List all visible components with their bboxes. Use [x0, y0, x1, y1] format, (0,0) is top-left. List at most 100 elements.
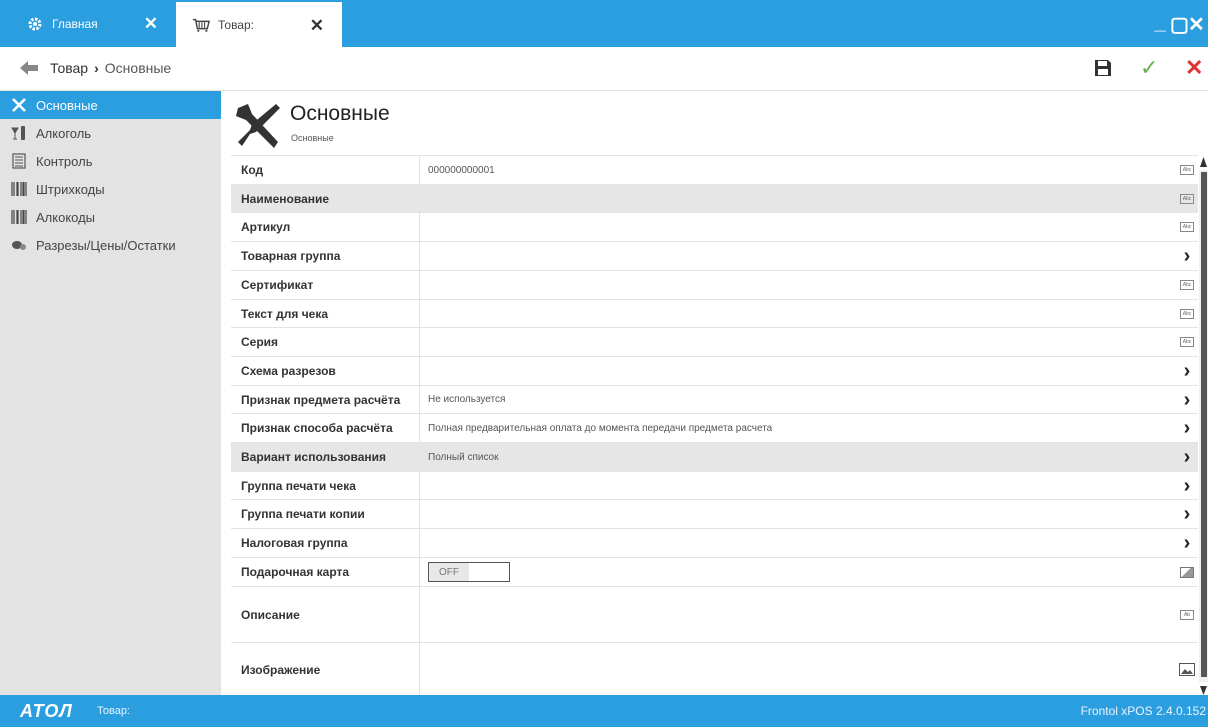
field-label: Товарная группа	[241, 249, 341, 263]
breadcrumb-current: Основные	[104, 60, 172, 76]
breadcrumb-separator: ›	[94, 60, 99, 76]
tab-home[interactable]: Главная ✕	[10, 0, 176, 47]
field-row-certificate[interactable]: Сертификат Abc	[231, 271, 1198, 300]
field-row-payment-subject[interactable]: Признак предмета расчёта Не используется…	[231, 386, 1198, 414]
field-row-series[interactable]: Серия Abc	[231, 328, 1198, 357]
chevron-right-icon[interactable]: ›	[1176, 500, 1198, 528]
sidebar-item-prices[interactable]: Разрезы/Цены/Остатки	[0, 231, 221, 259]
field-label: Серия	[241, 335, 279, 349]
field-row-payment-method[interactable]: Признак способа расчёта Полная предварит…	[231, 414, 1198, 443]
product-form: Код 000000000001 Abc Наименование Abc Ар…	[231, 155, 1198, 695]
tools-icon	[232, 100, 284, 152]
field-value[interactable]	[419, 643, 1198, 695]
field-row-image[interactable]: Изображение	[231, 643, 1198, 695]
sidebar-item-label: Основные	[36, 97, 98, 113]
tab-product[interactable]: Товар: ✕	[176, 0, 342, 47]
field-value[interactable]	[419, 185, 1198, 212]
field-value[interactable]	[419, 242, 1198, 270]
barcode-icon	[10, 208, 28, 226]
field-value: OFF	[419, 558, 1198, 586]
field-value[interactable]	[419, 300, 1198, 327]
back-arrow-icon[interactable]	[18, 58, 40, 78]
field-row-product-group[interactable]: Товарная группа ›	[231, 242, 1198, 271]
chevron-right-icon[interactable]: ›	[1176, 414, 1198, 442]
text-edit-icon[interactable]: Abc	[1176, 300, 1198, 327]
chevron-right-icon[interactable]: ›	[1176, 529, 1198, 557]
gear-icon	[26, 15, 44, 33]
field-value[interactable]	[419, 529, 1198, 557]
cancel-x-icon[interactable]: ✕	[1185, 55, 1203, 81]
field-row-receipt-print-group[interactable]: Группа печати чека ›	[231, 472, 1198, 500]
status-text: Товар:	[97, 705, 130, 717]
barcode-icon	[10, 180, 28, 198]
field-row-gift-card[interactable]: Подарочная карта OFF	[231, 558, 1198, 587]
text-edit-icon[interactable]: Abc	[1176, 156, 1198, 184]
scroll-up-arrow-icon[interactable]	[1199, 155, 1208, 169]
field-label: Описание	[241, 607, 300, 622]
chevron-right-icon[interactable]: ›	[1176, 443, 1198, 471]
sidebar-item-alcocodes[interactable]: Алкокоды	[0, 203, 221, 231]
breadcrumb-root[interactable]: Товар	[50, 60, 88, 76]
tab-label: Главная	[52, 16, 98, 31]
scrollbar-thumb[interactable]	[1201, 172, 1207, 677]
field-value[interactable]	[419, 500, 1198, 528]
field-value[interactable]: 000000000001	[419, 156, 1198, 184]
field-label: Подарочная карта	[241, 565, 350, 579]
field-value[interactable]	[419, 357, 1198, 385]
close-tab-icon[interactable]: ✕	[310, 16, 324, 36]
sidebar-item-alcohol[interactable]: Алкоголь	[0, 119, 221, 147]
tab-label: Товар:	[218, 17, 254, 32]
tools-icon	[10, 96, 28, 114]
save-icon[interactable]	[1093, 58, 1113, 78]
field-label: Артикул	[241, 220, 291, 234]
image-icon[interactable]	[1176, 643, 1198, 695]
field-value[interactable]	[419, 587, 1198, 642]
field-label: Изображение	[241, 662, 321, 677]
atol-logo: ATOЛ	[20, 701, 73, 721]
restore-icon[interactable]: ▢	[1170, 12, 1189, 37]
field-value[interactable]	[419, 472, 1198, 499]
sidebar-item-control[interactable]: Контроль	[0, 147, 221, 175]
field-row-description[interactable]: Описание Ab	[231, 587, 1198, 643]
field-label: Налоговая группа	[241, 536, 348, 550]
field-row-code[interactable]: Код 000000000001 Abc	[231, 156, 1198, 185]
toggle-icon[interactable]	[1176, 558, 1198, 586]
field-row-section-scheme[interactable]: Схема разрезов ›	[231, 357, 1198, 386]
field-label: Группа печати чека	[241, 478, 356, 493]
field-value[interactable]: Полный список	[419, 443, 1198, 471]
field-row-name[interactable]: Наименование Abc	[231, 185, 1198, 213]
field-row-tax-group[interactable]: Налоговая группа ›	[231, 529, 1198, 558]
field-value[interactable]	[419, 271, 1198, 299]
sidebar-item-label: Штрихкоды	[36, 181, 105, 197]
close-window-icon[interactable]: ✕	[1188, 12, 1205, 37]
field-row-receipt-text[interactable]: Текст для чека Abc	[231, 300, 1198, 328]
title-bar: Главная ✕ Товар: ✕ _ ▢ ✕	[0, 0, 1208, 47]
text-edit-icon[interactable]: Abc	[1176, 213, 1198, 241]
field-label: Сертификат	[241, 278, 314, 292]
close-tab-icon[interactable]: ✕	[144, 14, 158, 34]
sidebar: Основные Алкоголь Контроль Штрихкоды Алк…	[0, 91, 221, 695]
field-value[interactable]	[419, 328, 1198, 356]
sidebar-item-barcodes[interactable]: Штрихкоды	[0, 175, 221, 203]
confirm-check-icon[interactable]: ✓	[1140, 55, 1158, 81]
chevron-right-icon[interactable]: ›	[1176, 242, 1198, 270]
sidebar-item-label: Разрезы/Цены/Остатки	[36, 237, 176, 253]
multiline-edit-icon[interactable]: Ab	[1176, 587, 1198, 642]
field-value[interactable]	[419, 213, 1198, 241]
text-edit-icon[interactable]: Abc	[1176, 185, 1198, 212]
field-row-copy-print-group[interactable]: Группа печати копии ›	[231, 500, 1198, 529]
chevron-right-icon[interactable]: ›	[1176, 386, 1198, 413]
sidebar-item-main[interactable]: Основные	[0, 91, 221, 119]
field-value[interactable]: Не используется	[419, 386, 1198, 413]
minimize-icon[interactable]: _	[1152, 12, 1168, 37]
text-edit-icon[interactable]: Abc	[1176, 271, 1198, 299]
field-row-article[interactable]: Артикул Abc	[231, 213, 1198, 242]
field-label: Признак способа расчёта	[241, 421, 393, 435]
field-value[interactable]: Полная предварительная оплата до момента…	[419, 414, 1198, 442]
chevron-right-icon[interactable]: ›	[1176, 357, 1198, 385]
field-row-usage-variant[interactable]: Вариант использования Полный список ›	[231, 443, 1198, 472]
chevron-right-icon[interactable]: ›	[1176, 472, 1198, 499]
text-edit-icon[interactable]: Abc	[1176, 328, 1198, 356]
scroll-down-arrow-icon[interactable]	[1199, 683, 1208, 695]
gift-card-toggle[interactable]: OFF	[428, 562, 510, 582]
